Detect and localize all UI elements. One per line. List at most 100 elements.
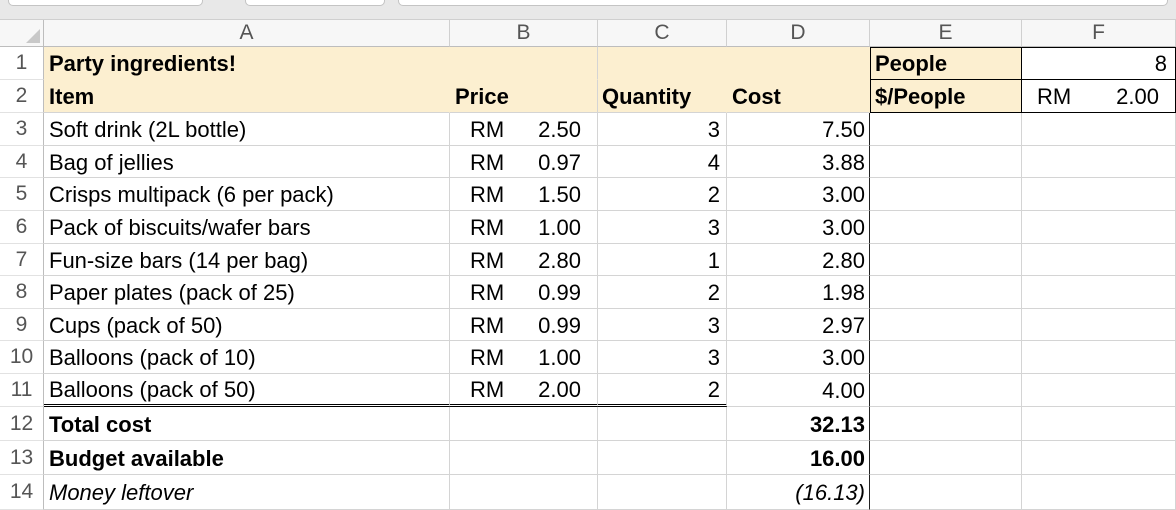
cell-E3[interactable] [870,113,1022,146]
cell-F10[interactable] [1022,341,1176,374]
cell-D4[interactable]: 3.88 [727,146,870,178]
cell-F8[interactable] [1022,276,1176,309]
cell-D8[interactable]: 1.98 [727,276,870,309]
cell-F9[interactable] [1022,309,1176,341]
cell-F4[interactable] [1022,146,1176,178]
cell-F12[interactable] [1022,407,1176,441]
cell-D5[interactable]: 3.00 [727,178,870,211]
cell-E14[interactable] [870,475,1022,510]
cell-B10[interactable]: RM 1.00 [450,341,598,374]
cell-B7[interactable]: RM 2.80 [450,244,598,276]
cell-B4[interactable]: RM 0.97 [450,146,598,178]
row-header-1[interactable]: 1 [0,47,44,80]
cell-C13[interactable] [598,441,727,475]
cell-E2[interactable]: $/People [870,80,1022,113]
cell-A10[interactable]: Balloons (pack of 10) [44,341,450,374]
cell-D13[interactable]: 16.00 [727,441,870,475]
cell-F5[interactable] [1022,178,1176,211]
cell-E11[interactable] [870,374,1022,407]
cell-C6[interactable]: 3 [598,211,727,244]
cell-D3[interactable]: 7.50 [727,113,870,146]
cell-A5[interactable]: Crisps multipack (6 per pack) [44,178,450,211]
cell-B9[interactable]: RM 0.99 [450,309,598,341]
cell-E12[interactable] [870,407,1022,441]
cell-C12[interactable] [598,407,727,441]
column-header-E[interactable]: E [870,20,1022,47]
cell-B3[interactable]: RM 2.50 [450,113,598,146]
column-header-B[interactable]: B [450,20,598,47]
cell-C7[interactable]: 1 [598,244,727,276]
cell-D12[interactable]: 32.13 [727,407,870,441]
cell-D1[interactable] [727,47,870,80]
row-header-14[interactable]: 14 [0,475,44,510]
name-box[interactable] [8,0,203,6]
cell-A6[interactable]: Pack of biscuits/wafer bars [44,211,450,244]
cell-B2[interactable]: Price [450,80,598,113]
row-header-6[interactable]: 6 [0,211,44,244]
cell-E5[interactable] [870,178,1022,211]
cell-B14[interactable] [450,475,598,510]
cell-C3[interactable]: 3 [598,113,727,146]
cell-C8[interactable]: 2 [598,276,727,309]
cell-B12[interactable] [450,407,598,441]
cell-A2[interactable]: Item [44,80,450,113]
cell-A4[interactable]: Bag of jellies [44,146,450,178]
cell-E1[interactable]: People [870,47,1022,80]
row-header-7[interactable]: 7 [0,244,44,276]
cell-F1[interactable]: 8 [1022,47,1176,80]
cell-C14[interactable] [598,475,727,510]
row-header-13[interactable]: 13 [0,441,44,475]
cell-D10[interactable]: 3.00 [727,341,870,374]
cell-D14[interactable]: (16.13) [727,475,870,510]
cell-F11[interactable] [1022,374,1176,407]
row-header-8[interactable]: 8 [0,276,44,309]
cell-D7[interactable]: 2.80 [727,244,870,276]
row-header-9[interactable]: 9 [0,309,44,341]
cell-B13[interactable] [450,441,598,475]
cell-E7[interactable] [870,244,1022,276]
cell-C1[interactable] [598,47,727,80]
cell-C10[interactable]: 3 [598,341,727,374]
row-header-11[interactable]: 11 [0,374,44,407]
column-header-C[interactable]: C [598,20,727,47]
cell-C9[interactable]: 3 [598,309,727,341]
cell-B1[interactable] [450,47,598,80]
cell-A1[interactable]: Party ingredients! [44,47,450,80]
cell-F13[interactable] [1022,441,1176,475]
cell-C5[interactable]: 2 [598,178,727,211]
cell-A12[interactable]: Total cost [44,407,450,441]
cell-E8[interactable] [870,276,1022,309]
cell-C11[interactable]: 2 [598,374,727,407]
formula-bar[interactable] [398,0,1168,6]
cell-B8[interactable]: RM 0.99 [450,276,598,309]
row-header-10[interactable]: 10 [0,341,44,374]
cell-D9[interactable]: 2.97 [727,309,870,341]
cell-F14[interactable] [1022,475,1176,510]
select-all-button[interactable] [0,20,44,47]
cell-B5[interactable]: RM 1.50 [450,178,598,211]
row-header-2[interactable]: 2 [0,80,44,113]
cell-E13[interactable] [870,441,1022,475]
cell-A9[interactable]: Cups (pack of 50) [44,309,450,341]
cell-A11[interactable]: Balloons (pack of 50) [44,374,450,407]
cell-F3[interactable] [1022,113,1176,146]
row-header-12[interactable]: 12 [0,407,44,441]
column-header-F[interactable]: F [1022,20,1176,47]
cell-D6[interactable]: 3.00 [727,211,870,244]
cell-C4[interactable]: 4 [598,146,727,178]
row-header-4[interactable]: 4 [0,146,44,178]
cell-F6[interactable] [1022,211,1176,244]
cell-F7[interactable] [1022,244,1176,276]
formula-controls[interactable] [245,0,385,6]
cell-A3[interactable]: Soft drink (2L bottle) [44,113,450,146]
cell-B6[interactable]: RM 1.00 [450,211,598,244]
cell-A14[interactable]: Money leftover [44,475,450,510]
cell-A7[interactable]: Fun-size bars (14 per bag) [44,244,450,276]
row-header-5[interactable]: 5 [0,178,44,211]
column-header-D[interactable]: D [727,20,870,47]
cell-D11[interactable]: 4.00 [727,374,870,407]
cell-E9[interactable] [870,309,1022,341]
column-header-A[interactable]: A [44,20,450,47]
cell-A13[interactable]: Budget available [44,441,450,475]
cell-C2[interactable]: Quantity [598,80,727,113]
